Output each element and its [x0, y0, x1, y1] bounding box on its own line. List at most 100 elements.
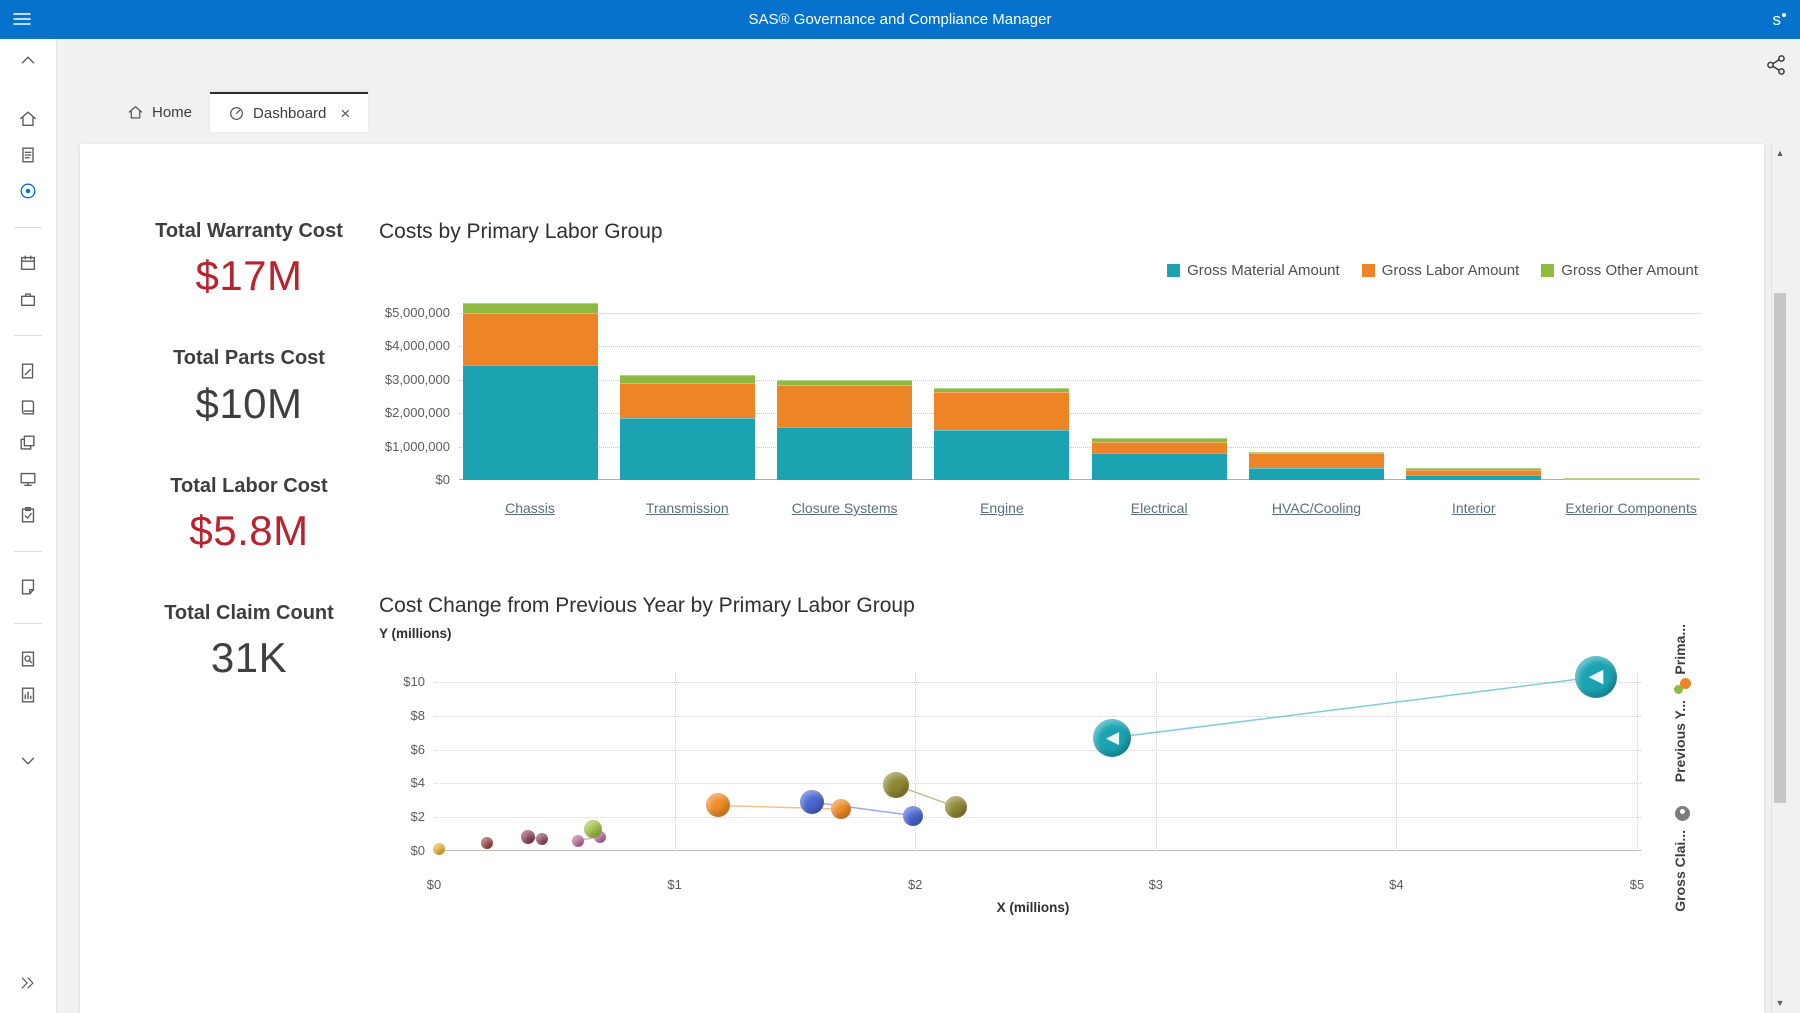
sidebar-item-chevron-up[interactable] — [10, 47, 46, 73]
bar-segment[interactable] — [1092, 438, 1227, 441]
bubble-point[interactable] — [903, 806, 923, 826]
bubble-point[interactable]: ◀ — [1093, 719, 1131, 757]
kpi-value: $17M — [99, 252, 399, 300]
bar-segment[interactable] — [1406, 470, 1541, 475]
home-icon — [18, 109, 38, 129]
category-link[interactable]: Exterior Components — [1553, 500, 1709, 516]
bar-segment[interactable] — [777, 427, 912, 480]
bubble-point[interactable] — [584, 820, 602, 838]
tab-bar: HomeDashboard× — [109, 92, 368, 132]
bar-segment[interactable] — [1564, 478, 1699, 479]
bar-segment[interactable] — [1092, 442, 1227, 454]
bar-segment[interactable] — [463, 303, 598, 313]
axis-tick: $3,000,000 — [385, 372, 450, 387]
bar-segment[interactable] — [934, 392, 1069, 430]
bar-segment[interactable] — [1249, 453, 1384, 468]
user-profile-button[interactable]: s — [1773, 7, 1787, 33]
sidebar-item-doc-search[interactable] — [10, 641, 46, 677]
sidebar-item-book[interactable] — [10, 389, 46, 425]
bubble-point[interactable] — [831, 799, 851, 819]
axis-tick: $10 — [403, 674, 425, 689]
scroll-down-arrow[interactable]: ▼ — [1772, 996, 1788, 1011]
scroll-thumb[interactable] — [1774, 293, 1786, 803]
legend-label: Gross Other Amount — [1561, 262, 1698, 279]
axis-tick: $4 — [1389, 877, 1403, 892]
share-button[interactable] — [1763, 53, 1789, 79]
sidebar-item-chevron-down[interactable] — [10, 743, 46, 779]
bubble-point[interactable]: ◀ — [1575, 656, 1617, 698]
bubble-point[interactable] — [433, 843, 445, 855]
category-link[interactable]: Chassis — [452, 500, 608, 516]
bubble-point[interactable] — [883, 772, 909, 798]
bar-segment[interactable] — [620, 375, 755, 383]
kpi-value: $10M — [99, 380, 399, 428]
profile-dot-icon — [1782, 13, 1786, 17]
axis-tick: $0 — [411, 843, 425, 858]
sidebar-item-document[interactable] — [10, 137, 46, 173]
axis-tick: $3 — [1149, 877, 1163, 892]
legend-swatch-icon — [1167, 264, 1180, 277]
legend-bubble-dots — [1674, 678, 1692, 698]
category-link[interactable]: Closure Systems — [767, 500, 923, 516]
bubble-point[interactable] — [800, 790, 824, 814]
tab-dashboard[interactable]: Dashboard× — [210, 92, 368, 132]
sidebar-item-home[interactable] — [10, 101, 46, 137]
bar-segment[interactable] — [1406, 468, 1541, 470]
kpi-label: Total Warranty Cost — [99, 220, 399, 243]
bar-segment[interactable] — [934, 388, 1069, 391]
bubble-point[interactable] — [945, 796, 967, 818]
bar-segment[interactable] — [620, 383, 755, 418]
sidebar-item-clipboard[interactable] — [10, 497, 46, 533]
sidebar-item-monitor[interactable] — [10, 461, 46, 497]
legend-item[interactable]: Gross Material Amount — [1167, 262, 1340, 279]
bubble-trend-lines — [434, 664, 1684, 851]
sidebar-item-target[interactable] — [10, 173, 46, 209]
sidebar-item-doc-chart[interactable] — [10, 677, 46, 713]
bar-segment[interactable] — [934, 430, 1069, 480]
book-icon — [18, 397, 38, 417]
bar-segment[interactable] — [1092, 453, 1227, 480]
category-link[interactable]: Engine — [924, 500, 1080, 516]
measure-role-icon — [1675, 806, 1690, 821]
bar-segment[interactable] — [620, 418, 755, 480]
tab-home[interactable]: Home — [109, 92, 210, 132]
bubble-point[interactable] — [572, 835, 584, 847]
bar-segment[interactable] — [777, 380, 912, 385]
category-link[interactable]: Electrical — [1081, 500, 1237, 516]
legend-item[interactable]: Gross Other Amount — [1541, 262, 1698, 279]
bar-segment[interactable] — [463, 313, 598, 365]
bar-segment[interactable] — [463, 365, 598, 480]
sidebar-item-doc-pen[interactable] — [10, 353, 46, 389]
kpi-label: Total Labor Cost — [99, 475, 399, 498]
bar-segment[interactable] — [1249, 468, 1384, 480]
target-icon — [18, 181, 38, 201]
bar-segment[interactable] — [1249, 452, 1384, 454]
sidebar-item-calendar[interactable] — [10, 245, 46, 281]
category-link[interactable]: HVAC/Cooling — [1239, 500, 1395, 516]
bar-segment[interactable] — [777, 385, 912, 427]
kpi-value: $5.8M — [99, 507, 399, 555]
tab-close-icon[interactable]: × — [340, 105, 350, 122]
sidebar-item-briefcase[interactable] — [10, 281, 46, 317]
sidebar-divider — [14, 209, 42, 245]
sidebar-divider — [14, 605, 42, 641]
double-chevron-right-icon — [19, 974, 37, 992]
sidebar-expand-button[interactable] — [10, 965, 46, 1001]
sidebar-item-note[interactable] — [10, 569, 46, 605]
kpi-value: 31K — [99, 634, 399, 682]
legend-swatch-icon — [1362, 264, 1375, 277]
legend-item[interactable]: Gross Labor Amount — [1362, 262, 1520, 279]
axis-tick: $5,000,000 — [385, 305, 450, 320]
vertical-scrollbar[interactable]: ▲ ▼ — [1771, 144, 1788, 1013]
app-root: SAS® Governance and Compliance Manager s… — [0, 0, 1800, 1013]
bubble-point[interactable] — [521, 830, 535, 844]
sidebar-divider — [14, 317, 42, 353]
category-link[interactable]: Interior — [1396, 500, 1552, 516]
bar-segment[interactable] — [1406, 475, 1541, 480]
scroll-up-arrow[interactable]: ▲ — [1772, 146, 1788, 161]
bubble-point[interactable] — [536, 833, 548, 845]
sidebar-item-layers[interactable] — [10, 425, 46, 461]
category-link[interactable]: Transmission — [609, 500, 765, 516]
doc-search-icon — [18, 649, 38, 669]
axis-tick: $6 — [411, 742, 425, 757]
